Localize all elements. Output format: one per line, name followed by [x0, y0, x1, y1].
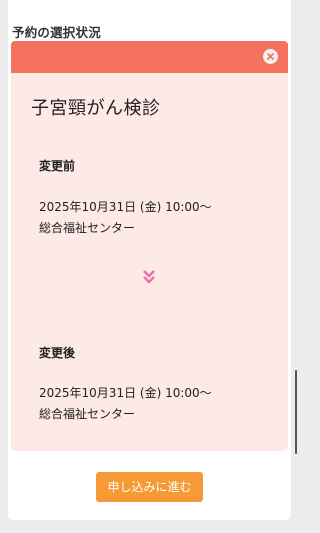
close-button[interactable] [263, 49, 278, 64]
double-chevron-down-icon [143, 270, 155, 284]
before-datetime: 2025年10月31日 (金) 10:00～ [39, 200, 212, 214]
scrollbar[interactable] [295, 370, 297, 454]
after-info: 2025年10月31日 (金) 10:00～ 総合福祉センター [39, 383, 212, 425]
section-title: 予約の選択状況 [12, 25, 101, 40]
exam-title: 子宮頸がん検診 [31, 98, 161, 119]
selection-header [11, 41, 288, 73]
close-icon [267, 53, 274, 60]
after-location: 総合福祉センター [39, 407, 136, 421]
before-info: 2025年10月31日 (金) 10:00～ 総合福祉センター [39, 197, 212, 239]
selection-panel: 子宮頸がん検診 変更前 2025年10月31日 (金) 10:00～ 総合福祉セ… [11, 73, 288, 451]
after-label: 変更後 [39, 346, 76, 360]
proceed-to-apply-button[interactable]: 申し込みに進む [96, 472, 203, 502]
before-label: 変更前 [39, 159, 76, 173]
after-datetime: 2025年10月31日 (金) 10:00～ [39, 386, 212, 400]
before-location: 総合福祉センター [39, 221, 136, 235]
